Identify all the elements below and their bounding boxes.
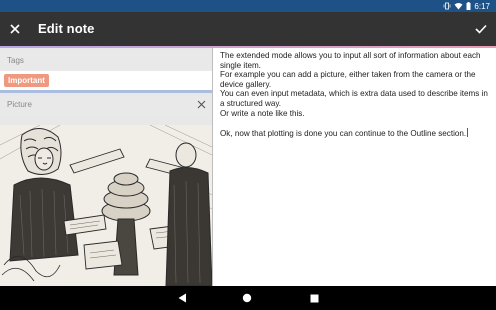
vibrate-icon	[443, 2, 451, 10]
remove-picture-button[interactable]	[195, 98, 208, 111]
app-bar: Edit note	[0, 12, 496, 46]
check-icon	[475, 24, 487, 34]
picture-header: Picture	[0, 95, 212, 114]
attributes-pane: Tags Important Picture	[0, 48, 212, 286]
section-separator	[0, 90, 212, 93]
close-icon	[10, 24, 20, 34]
note-final-line: Ok, now that plotting is done you can co…	[220, 128, 467, 138]
text-caret	[467, 127, 469, 137]
status-bar: 6:17	[0, 0, 496, 12]
tags-body[interactable]: Important	[0, 71, 212, 90]
close-icon	[197, 100, 206, 109]
note-text: The extended mode allows you to input al…	[220, 48, 492, 138]
save-button[interactable]	[472, 20, 490, 38]
note-paragraph: Or write a note like this.	[220, 108, 305, 118]
note-paragraph: For example you can add a picture, eithe…	[220, 70, 476, 89]
attached-picture[interactable]	[0, 125, 212, 286]
note-editor[interactable]: The extended mode allows you to input al…	[220, 48, 492, 284]
status-time: 6:17	[474, 1, 490, 11]
wifi-icon	[454, 2, 463, 10]
note-blank-line	[220, 118, 492, 128]
engraving-illustration	[0, 125, 212, 286]
picture-header-label: Picture	[7, 100, 32, 109]
home-icon	[242, 293, 252, 303]
tags-header: Tags	[0, 50, 212, 71]
home-button[interactable]	[241, 292, 253, 304]
page-title: Edit note	[38, 21, 95, 36]
pane-divider	[212, 48, 213, 286]
recents-button[interactable]	[308, 292, 320, 304]
note-final-line-wrap: Ok, now that plotting is done you can co…	[220, 127, 492, 139]
note-paragraph: The extended mode allows you to input al…	[220, 51, 481, 70]
close-button[interactable]	[6, 20, 24, 38]
system-nav-bar	[0, 286, 496, 310]
back-icon	[178, 293, 186, 303]
back-button[interactable]	[176, 292, 188, 304]
battery-icon	[466, 2, 471, 10]
tag-chip-important[interactable]: Important	[4, 74, 49, 87]
status-icons: 6:17	[443, 0, 490, 12]
note-paragraph: You can even input metadata, which is ex…	[220, 89, 488, 108]
recents-icon	[310, 294, 318, 302]
